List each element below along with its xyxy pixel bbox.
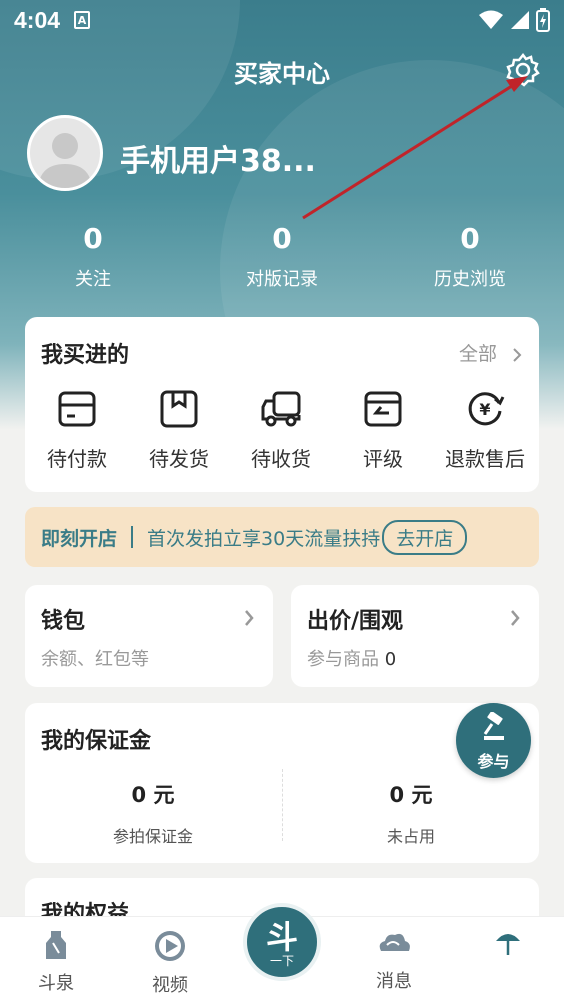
user-avatar-icon: [38, 133, 92, 188]
wallet-card[interactable]: 钱包 余额、红包等: [25, 585, 273, 687]
username[interactable]: 手机用户38...: [120, 136, 316, 180]
stat-following[interactable]: 0 关注: [18, 222, 168, 291]
tab-label: 斗泉: [38, 973, 74, 994]
status-time: 4:04: [14, 6, 61, 33]
deposit-auction[interactable]: 0 元 参拍保证金: [25, 779, 281, 847]
chevron-right-icon: [511, 610, 520, 626]
open-shop-banner[interactable]: 即刻开店 首次发拍立享30天流量扶持 去开店: [25, 507, 539, 567]
banner-title: 即刻开店: [41, 527, 118, 550]
bottle-icon: [46, 931, 66, 959]
order-label: 待发货: [149, 447, 209, 471]
center-dou-button[interactable]: 斗 一下: [243, 903, 321, 981]
bids-title: 出价/围观: [307, 609, 404, 634]
stat-label: 历史浏览: [434, 269, 506, 290]
deposit-unused[interactable]: 0 元 未占用: [283, 779, 539, 847]
truck-icon: [261, 391, 301, 427]
tab-messages[interactable]: 消息: [354, 929, 434, 993]
bids-sub-value: 0: [384, 649, 397, 670]
notification-icon: A: [74, 11, 91, 29]
bids-subtitle: 参与商品 0: [307, 645, 396, 671]
fab-label: 参与: [477, 752, 510, 771]
order-label: 退款售后: [445, 447, 525, 471]
order-refund[interactable]: ¥ 退款售后: [435, 389, 535, 472]
svg-text:¥: ¥: [479, 400, 490, 419]
tab-label: 视频: [152, 975, 188, 996]
participate-fab[interactable]: 参与: [456, 703, 531, 778]
deposit-label: 未占用: [386, 827, 435, 846]
tab-label: 消息: [376, 971, 412, 992]
order-pending-payment[interactable]: 待付款: [27, 389, 127, 472]
umbrella-icon: [496, 934, 520, 955]
wallet-title: 钱包: [41, 609, 86, 634]
deposit-title: 我的保证金: [41, 729, 152, 754]
stat-label: 关注: [75, 269, 111, 290]
deposit-label: 参拍保证金: [112, 827, 193, 846]
tab-me[interactable]: [468, 929, 548, 967]
orders-all-link[interactable]: 全部: [459, 339, 523, 366]
order-rating[interactable]: 评级: [333, 389, 433, 472]
tab-douquan[interactable]: 斗泉: [16, 929, 96, 995]
deposit-value: 0 元: [131, 783, 175, 807]
orders-title: 我买进的: [41, 343, 130, 368]
package-icon: [160, 390, 198, 428]
signal-icon: [511, 11, 529, 29]
stat-label: 对版记录: [246, 269, 318, 290]
stat-value: 0: [460, 222, 480, 255]
cloud-icon: [379, 933, 410, 951]
order-pending-receipt[interactable]: 待收货: [231, 389, 331, 472]
center-bottom-label: 一下: [269, 954, 294, 968]
battery-icon: [536, 8, 550, 32]
order-label: 待收货: [251, 447, 311, 471]
banner-text: 首次发拍立享30天流量扶持: [147, 527, 381, 550]
page-title: 买家中心: [234, 60, 330, 88]
bids-sub-label: 参与商品: [307, 649, 379, 670]
wifi-icon: [479, 10, 503, 29]
chevron-right-icon: [245, 610, 254, 626]
orders-all-label: 全部: [458, 343, 497, 365]
open-shop-button[interactable]: 去开店: [382, 519, 468, 555]
refund-icon: ¥: [468, 392, 505, 426]
wallet-subtitle: 余额、红包等: [41, 649, 149, 670]
wallet-icon: [58, 391, 96, 427]
deposit-value: 0 元: [389, 783, 433, 807]
orders-card: 我买进的 全部 待付款 待发货 待收货 评级 ¥ 退款售后: [25, 317, 539, 492]
order-label: 待付款: [47, 447, 107, 471]
chevron-right-icon: [513, 347, 522, 362]
order-label: 评级: [363, 447, 403, 471]
stat-value: 0: [83, 222, 103, 255]
gavel-icon: [483, 711, 504, 740]
play-icon: [155, 931, 185, 961]
stat-history[interactable]: 0 历史浏览: [395, 222, 545, 291]
avatar[interactable]: [27, 115, 103, 191]
settings-gear-icon[interactable]: [505, 52, 541, 88]
banner-divider: [131, 526, 134, 548]
order-pending-shipment[interactable]: 待发货: [129, 389, 229, 472]
bids-card[interactable]: 出价/围观 参与商品 0: [291, 585, 539, 687]
stat-value: 0: [272, 222, 292, 255]
stat-comparison-records[interactable]: 0 对版记录: [207, 222, 357, 291]
status-bar: 4:04 A: [0, 0, 564, 40]
tab-video[interactable]: 视频: [130, 929, 210, 997]
rating-icon: [364, 391, 402, 427]
